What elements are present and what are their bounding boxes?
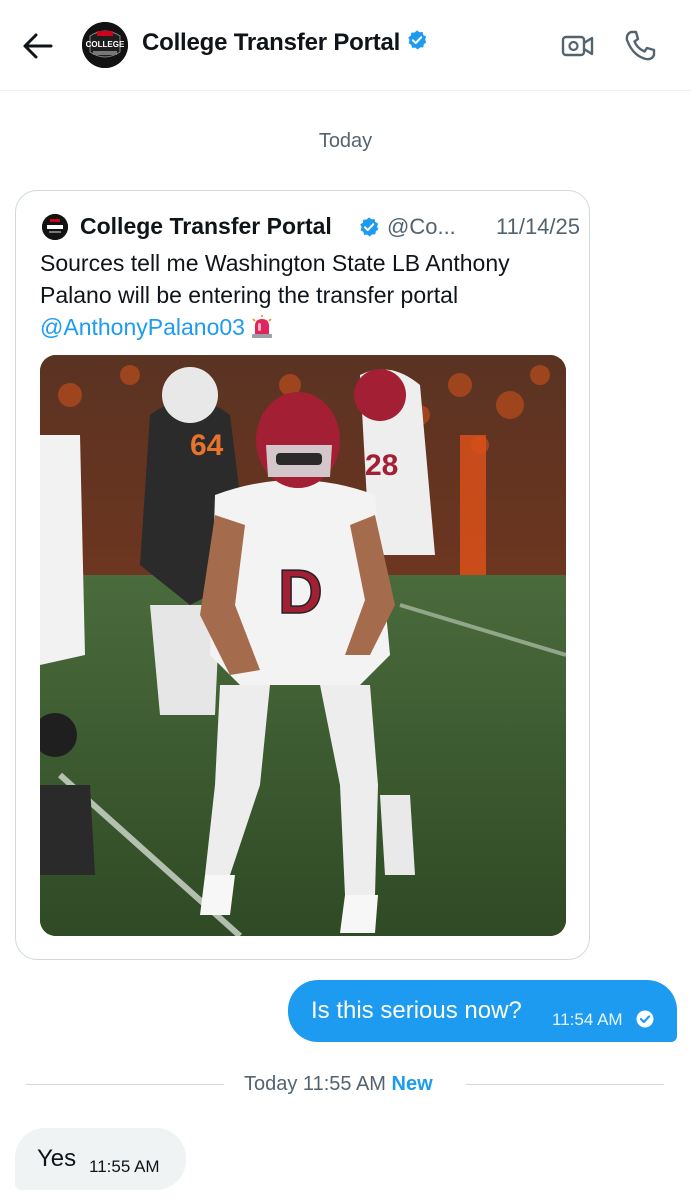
post-body: Sources tell me Washington State LB Anth… <box>40 250 510 308</box>
player-jersey-letter: D <box>278 558 323 627</box>
verified-badge-icon <box>406 29 428 58</box>
shared-post-header: College Transfer Portal @Co... 11/14/25 <box>42 211 582 243</box>
received-message-bubble[interactable]: Yes 11:55 AM <box>15 1128 186 1190</box>
avatar-label: COLLEGE <box>86 40 125 49</box>
received-message-time: 11:55 AM <box>89 1157 160 1176</box>
new-messages-divider: Today 11:55 AM New <box>26 1070 664 1100</box>
conversation-header: COLLEGE College Transfer Portal <box>0 0 691 91</box>
divider-line-right <box>466 1084 664 1085</box>
sent-message-bubble[interactable]: Is this serious now? 11:54 AM <box>288 980 677 1042</box>
svg-text:64: 64 <box>190 429 224 462</box>
conversation-title-text: College Transfer Portal <box>142 29 401 56</box>
day-label: Today <box>318 130 373 152</box>
post-mention-link[interactable]: @AnthonyPalano03 <box>40 314 245 340</box>
divider-timestamp: Today 11:55 AM <box>244 1073 386 1095</box>
post-author-handle[interactable]: @Co... <box>387 214 456 240</box>
back-arrow-icon[interactable] <box>22 30 54 62</box>
voice-call-button[interactable] <box>622 28 658 64</box>
police-siren-icon <box>251 315 273 339</box>
sent-message-time: 11:54 AM <box>552 1010 623 1029</box>
new-label: New <box>391 1073 433 1095</box>
post-author-name[interactable]: College Transfer Portal <box>80 213 332 240</box>
verified-badge-icon <box>358 216 380 243</box>
post-text: Sources tell me Washington State LB Anth… <box>40 247 570 343</box>
phone-icon <box>625 30 656 61</box>
svg-text:28: 28 <box>365 449 398 482</box>
video-camera-icon <box>561 35 594 57</box>
football-player-image: 64 28 D <box>40 355 566 936</box>
sent-message-text: Is this serious now? <box>311 997 522 1024</box>
divider-line-left <box>26 1084 224 1085</box>
avatar[interactable]: COLLEGE <box>82 22 128 68</box>
conversation-title[interactable]: College Transfer Portal <box>142 29 428 58</box>
read-check-icon <box>635 1009 655 1034</box>
shared-post-card[interactable]: College Transfer Portal @Co... 11/14/25 … <box>15 190 590 960</box>
post-photo[interactable]: 64 28 D <box>40 355 566 936</box>
post-author-avatar[interactable] <box>42 214 68 240</box>
post-date: 11/14/25 <box>496 214 581 239</box>
received-message-text: Yes <box>37 1145 77 1172</box>
divider-text: Today 11:55 AM New <box>244 1073 433 1096</box>
video-call-button[interactable] <box>560 28 596 64</box>
